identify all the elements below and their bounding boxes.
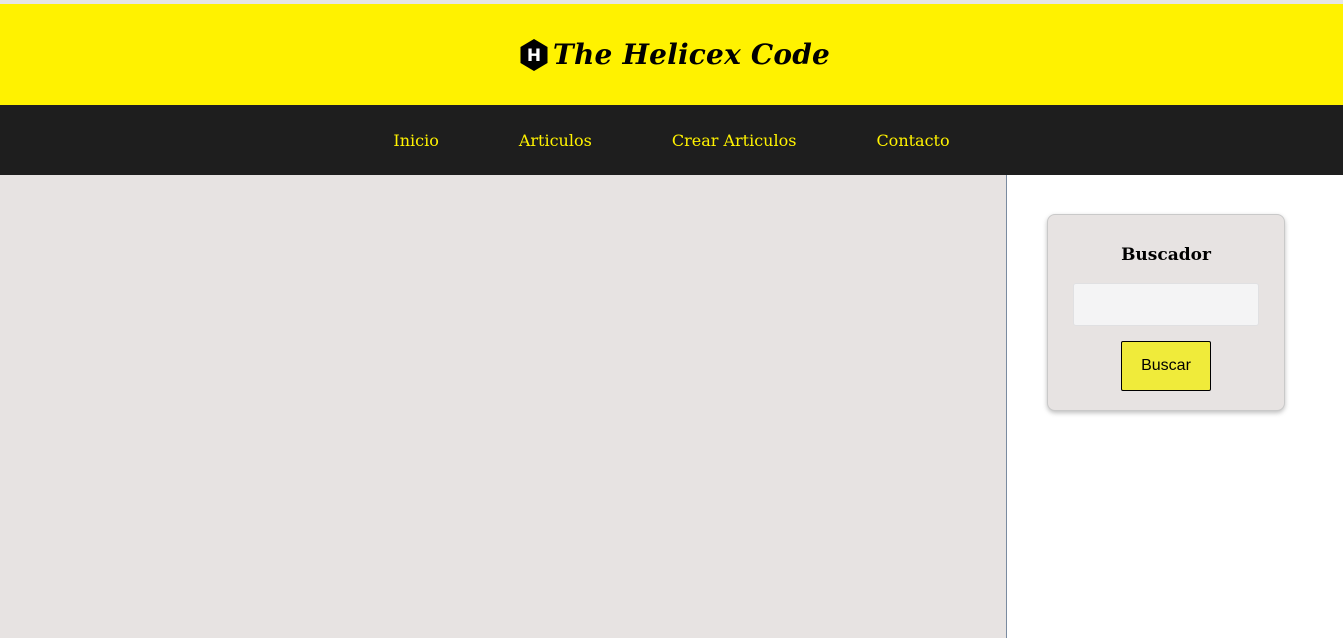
site-header: H The Helicex Code xyxy=(0,4,1343,105)
hexagon-h-logo-icon: H xyxy=(520,38,548,71)
main-nav: Inicio Articulos Crear Articulos Contact… xyxy=(0,105,1343,175)
search-input[interactable] xyxy=(1073,283,1259,326)
page-layout: Buscador Buscar xyxy=(0,175,1343,638)
nav-link-crear-articulos[interactable]: Crear Articulos xyxy=(672,131,797,150)
main-content xyxy=(0,175,1007,638)
nav-link-contacto[interactable]: Contacto xyxy=(876,131,949,150)
svg-text:H: H xyxy=(527,46,541,66)
search-title: Buscador xyxy=(1121,245,1211,265)
search-button[interactable]: Buscar xyxy=(1121,341,1211,391)
sidebar: Buscador Buscar xyxy=(1007,175,1343,638)
site-title: The Helicex Code xyxy=(552,38,831,71)
brand[interactable]: H The Helicex Code xyxy=(519,38,830,72)
search-panel: Buscador Buscar xyxy=(1047,214,1285,411)
nav-link-articulos[interactable]: Articulos xyxy=(519,131,592,150)
nav-link-inicio[interactable]: Inicio xyxy=(393,131,438,150)
